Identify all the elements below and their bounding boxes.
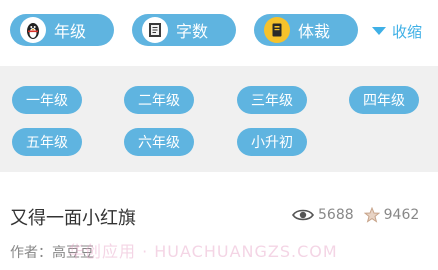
eye-icon bbox=[292, 208, 314, 222]
genre-filter-button[interactable]: 体裁 bbox=[254, 14, 358, 46]
grade-option-junior[interactable]: 小升初 bbox=[237, 128, 307, 156]
triangle-down-icon bbox=[372, 27, 386, 35]
watermark: 华创应用 · HUACHUANGZS.COM bbox=[68, 242, 338, 261]
grade-options-panel: 一年级 二年级 三年级 四年级 五年级 六年级 小升初 bbox=[0, 66, 438, 172]
book-icon bbox=[264, 17, 290, 43]
word-count-filter-button[interactable]: 字数 bbox=[132, 14, 236, 46]
views-stat: 5688 bbox=[292, 207, 354, 223]
grade-option-5[interactable]: 五年级 bbox=[12, 128, 82, 156]
grade-filter-label: 年级 bbox=[54, 22, 87, 41]
grade-option-2[interactable]: 二年级 bbox=[124, 86, 194, 114]
grade-option-3[interactable]: 三年级 bbox=[237, 86, 307, 114]
views-count: 5688 bbox=[318, 207, 354, 223]
grade-option-4[interactable]: 四年级 bbox=[349, 86, 419, 114]
article-stats: 5688 9462 bbox=[292, 205, 428, 225]
favorites-stat: 9462 bbox=[363, 207, 420, 223]
article-title[interactable]: 又得一面小红旗 bbox=[10, 204, 136, 230]
collapse-button[interactable]: 收缩 bbox=[372, 20, 422, 42]
notebook-icon bbox=[142, 17, 168, 43]
word-count-filter-label: 字数 bbox=[176, 22, 209, 41]
favorites-count: 9462 bbox=[383, 207, 420, 223]
collapse-label: 收缩 bbox=[392, 22, 423, 41]
genre-filter-label: 体裁 bbox=[298, 22, 331, 41]
grade-option-6[interactable]: 六年级 bbox=[124, 128, 194, 156]
grade-filter-button[interactable]: 年级 bbox=[10, 14, 114, 46]
penguin-icon bbox=[20, 17, 46, 43]
filter-bar: 年级 字数 体裁 收缩 bbox=[0, 0, 438, 62]
star-icon bbox=[363, 207, 380, 223]
grade-option-1[interactable]: 一年级 bbox=[12, 86, 82, 114]
